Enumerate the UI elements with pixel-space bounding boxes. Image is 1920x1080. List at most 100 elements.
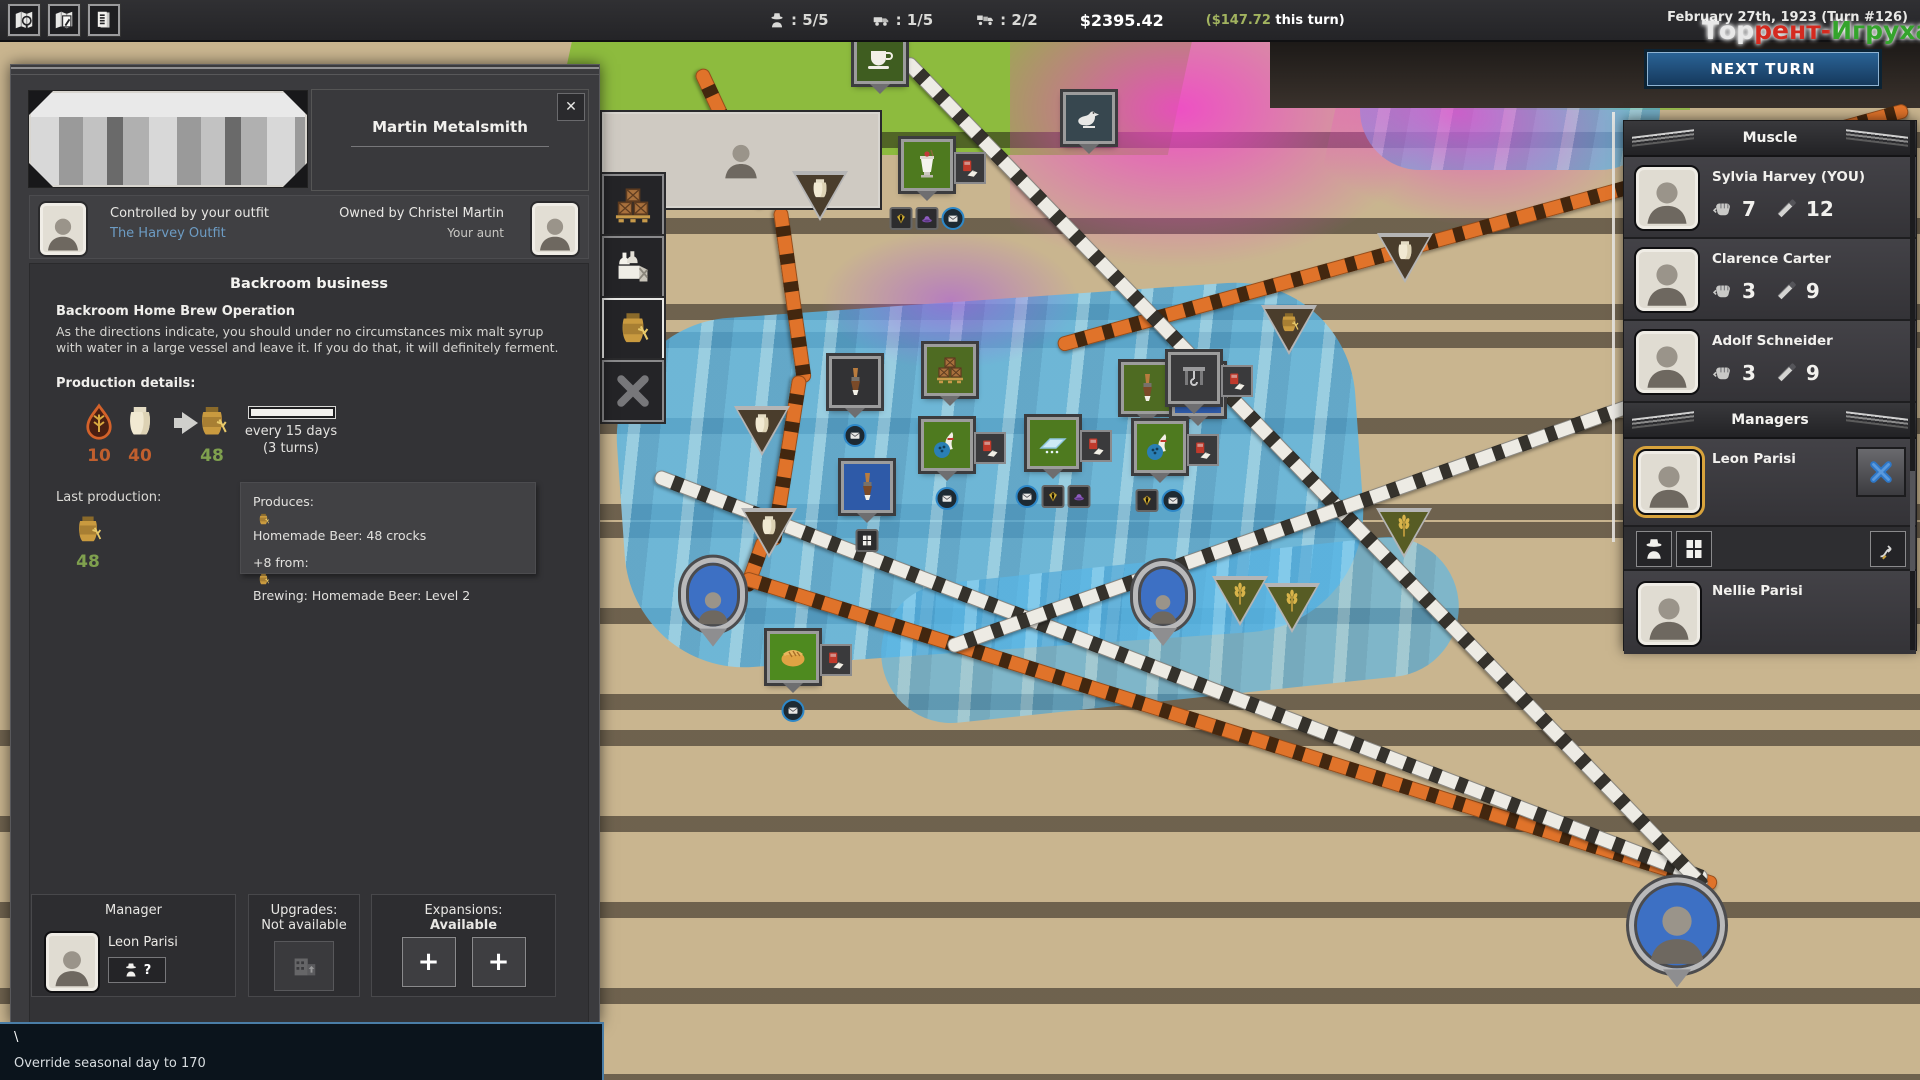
deal-icon[interactable] xyxy=(974,432,1006,464)
expansions-box: Expansions: Available + + xyxy=(371,894,556,997)
manager-portrait[interactable] xyxy=(44,931,100,993)
deliveries-stat[interactable]: : 2/2 xyxy=(975,11,1038,29)
produces-line: Produces:Homemade Beer: 48 crocks xyxy=(253,493,523,546)
close-button[interactable]: ✕ xyxy=(557,93,585,121)
map-edit-button[interactable] xyxy=(48,4,80,36)
malt-syrup-icon xyxy=(77,400,121,444)
edit-route-button[interactable] xyxy=(1870,531,1906,567)
map-scrollbar[interactable] xyxy=(1612,112,1615,542)
map-pin-wheat[interactable] xyxy=(1376,508,1432,558)
deal-icon[interactable] xyxy=(820,644,852,676)
expansions-status: Available xyxy=(372,918,555,933)
manager-portrait[interactable] xyxy=(1636,581,1702,647)
map-pin-jar-white[interactable] xyxy=(1377,233,1433,283)
map-marker-boss[interactable] xyxy=(1629,877,1725,973)
cycle-turns: (3 turns) xyxy=(226,441,356,456)
agents-stat[interactable]: : 5/5 xyxy=(768,11,829,29)
envelope-icon xyxy=(782,699,805,722)
muscle-member-row[interactable]: Sylvia Harvey (YOU) 712 xyxy=(1624,157,1916,239)
money-delta: ($147.72 this turn) xyxy=(1206,13,1345,28)
fists-value: 3 xyxy=(1742,279,1756,303)
bonus-line: +8 from:Brewing: Homemade Beer: Level 2 xyxy=(253,554,523,607)
cargo-tile-cross[interactable] xyxy=(602,360,664,422)
map-pin-wheat[interactable] xyxy=(1212,576,1268,626)
upgrades-box: Upgrades: Not available xyxy=(248,894,360,997)
building-panel: Martin Metalsmith ✕ Controlled by your o… xyxy=(10,64,600,1024)
building-title: Martin Metalsmith xyxy=(322,118,578,136)
crew-panel-scrollbar[interactable] xyxy=(1910,121,1915,650)
manager-row[interactable]: Nellie Parisi xyxy=(1624,571,1916,654)
assign-building-button[interactable] xyxy=(1676,531,1712,567)
panel-ridge xyxy=(11,67,599,75)
member-name: Clarence Carter xyxy=(1712,251,1831,267)
controlled-outfit-link[interactable]: The Harvey Outfit xyxy=(110,226,226,241)
scrollbar-thumb[interactable] xyxy=(1910,471,1915,571)
owner-avatar[interactable] xyxy=(530,201,580,257)
map-pin-brush[interactable] xyxy=(1121,362,1173,414)
map-pin-bread[interactable] xyxy=(767,631,819,683)
gem-icon xyxy=(890,207,913,230)
crew-panel: Muscle Sylvia Harvey (YOU) 712 Clarence … xyxy=(1623,120,1917,651)
map-marker-gangster[interactable] xyxy=(1133,561,1193,631)
muscle-member-row[interactable]: Adolf Schneider 39 xyxy=(1624,321,1916,403)
map-pin-ice[interactable] xyxy=(1027,417,1079,469)
cargo-tile-crates[interactable] xyxy=(602,174,664,236)
trucks-stat[interactable]: : 1/5 xyxy=(871,11,934,29)
manager-portrait[interactable] xyxy=(1636,449,1702,515)
top-bar: : 5/5 : 1/5 : 2/2 $2395.42 ($147.72 this… xyxy=(0,0,1920,42)
remove-assignment-button[interactable] xyxy=(1856,447,1906,497)
map-pin-coffee[interactable] xyxy=(854,40,906,84)
deal-icon[interactable] xyxy=(954,152,986,184)
deal-icon[interactable] xyxy=(1080,430,1112,462)
muscle-header: Muscle xyxy=(1624,121,1916,157)
cargo-tile-bottles[interactable] xyxy=(602,236,664,298)
money-delta-suffix: this turn) xyxy=(1271,13,1345,28)
add-expansion-button-2[interactable]: + xyxy=(472,937,526,987)
ledger-button[interactable] xyxy=(88,4,120,36)
map-pin-goose[interactable] xyxy=(1063,92,1115,144)
member-portrait[interactable] xyxy=(1634,247,1700,313)
operation-description: As the directions indicate, you should u… xyxy=(56,324,561,357)
manager-row-selected[interactable]: Leon Parisi xyxy=(1624,439,1916,527)
map-pin-bowling[interactable] xyxy=(921,419,973,471)
muscle-member-row[interactable]: Clarence Carter 39 xyxy=(1624,239,1916,321)
map-search-button[interactable] xyxy=(8,4,40,36)
manager-skill-badge[interactable]: ? xyxy=(108,957,166,983)
map-marker-leon-parisi[interactable] xyxy=(681,558,745,632)
envelope-icon xyxy=(936,487,959,510)
member-stats: 712 xyxy=(1712,197,1834,221)
gem-icon xyxy=(1136,489,1159,512)
envelope-icon xyxy=(844,424,867,447)
agents-value: : 5/5 xyxy=(791,11,829,29)
cargo-tile-jar-gold[interactable] xyxy=(602,298,664,360)
map-pin-bowling[interactable] xyxy=(1134,421,1186,473)
map-pin-brush[interactable] xyxy=(829,356,881,408)
map-pin-shake[interactable] xyxy=(901,139,953,191)
member-portrait[interactable] xyxy=(1634,165,1700,231)
assign-spy-button[interactable] xyxy=(1636,531,1672,567)
money-total[interactable]: $2395.42 xyxy=(1080,11,1164,30)
map-pin-brush[interactable] xyxy=(841,461,893,513)
input2-amount: 40 xyxy=(118,446,162,466)
map-pin-jar-white[interactable] xyxy=(741,508,797,558)
map-pin-crates[interactable] xyxy=(924,344,976,396)
map-pin-jar-white[interactable] xyxy=(792,171,848,221)
business-header: Backroom business xyxy=(30,276,588,292)
last-production-label: Last production: xyxy=(56,490,161,505)
map-pin-jar-white[interactable] xyxy=(734,406,790,456)
debug-console[interactable]: \ Override seasonal day to 170 xyxy=(0,1022,604,1080)
watermark: Торрент-Игруха.Орг xyxy=(1702,16,1920,45)
deal-icon[interactable] xyxy=(1221,365,1253,397)
controller-avatar[interactable] xyxy=(38,201,88,257)
map-pin-wheat[interactable] xyxy=(1264,583,1320,633)
building-icon xyxy=(856,529,879,552)
production-tooltip: Produces:Homemade Beer: 48 crocks +8 fro… xyxy=(240,482,536,574)
map-pin-pulley[interactable] xyxy=(1168,352,1220,404)
map-pin-jar-gold[interactable] xyxy=(1261,305,1317,355)
member-portrait[interactable] xyxy=(1634,329,1700,395)
last-production-icon xyxy=(70,512,106,548)
next-turn-button[interactable]: NEXT TURN xyxy=(1647,52,1879,86)
add-expansion-button-1[interactable]: + xyxy=(402,937,456,987)
manager-box-title: Manager xyxy=(32,903,235,918)
deal-icon[interactable] xyxy=(1187,434,1219,466)
